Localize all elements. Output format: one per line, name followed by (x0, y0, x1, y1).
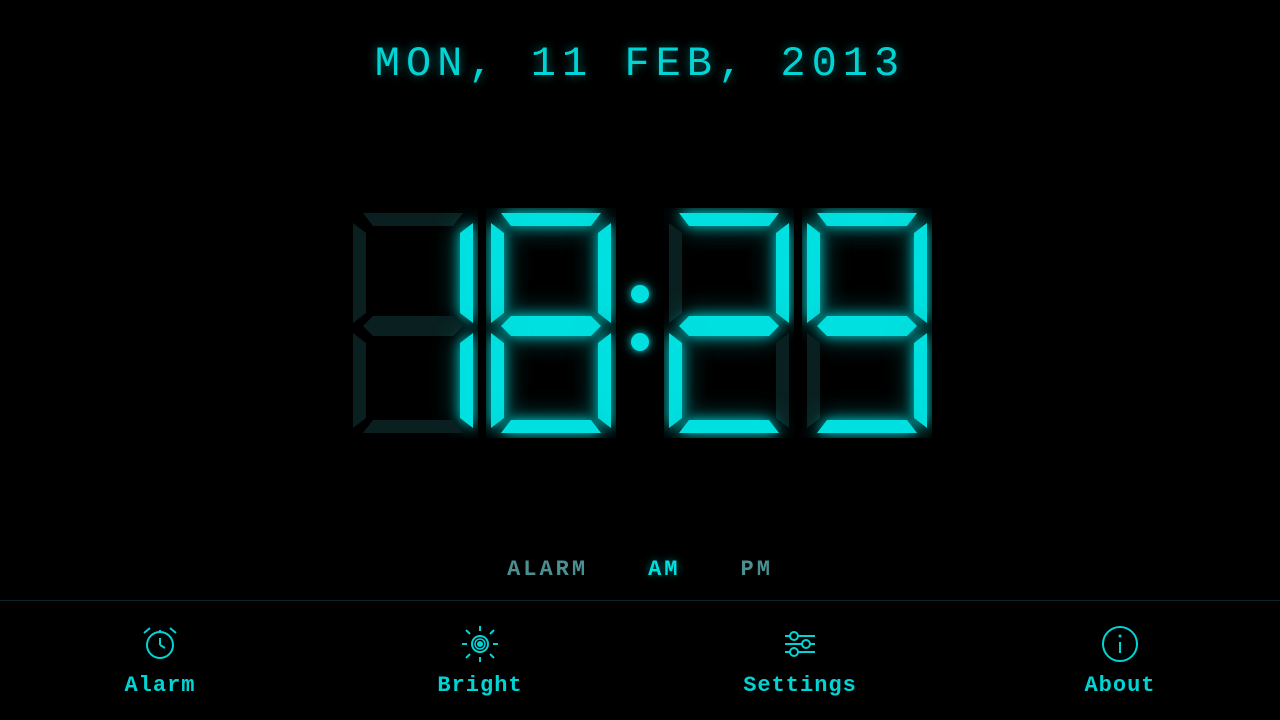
digit-m2 (802, 208, 932, 438)
hours-digits (348, 208, 616, 438)
sun-icon (459, 623, 501, 665)
alarm-clock-icon (139, 623, 181, 665)
nav-bright[interactable]: Bright (320, 601, 640, 720)
about-label: About (1084, 673, 1155, 698)
colon-dot-bottom (631, 333, 649, 351)
bottom-nav: Alarm Bright Settings (0, 600, 1280, 720)
bright-label: Bright (437, 673, 522, 698)
clock-area (0, 88, 1280, 557)
nav-about[interactable]: About (960, 601, 1280, 720)
settings-icon (779, 623, 821, 665)
settings-label: Settings (743, 673, 857, 698)
alarm-label: Alarm (124, 673, 195, 698)
info-icon (1099, 623, 1141, 665)
date-display: MON, 11 FEB, 2013 (375, 40, 905, 88)
digit-h2 (486, 208, 616, 438)
digit-m1 (664, 208, 794, 438)
am-indicator: AM (648, 557, 680, 582)
nav-settings[interactable]: Settings (640, 601, 960, 720)
alarm-status: ALARM (507, 557, 588, 582)
colon-separator (631, 285, 649, 361)
pm-indicator: PM (741, 557, 773, 582)
minutes-digits (664, 208, 932, 438)
digit-h1 (348, 208, 478, 438)
nav-alarm[interactable]: Alarm (0, 601, 320, 720)
status-row: ALARM AM PM (507, 557, 773, 582)
colon-dot-top (631, 285, 649, 303)
clock-digits (348, 208, 932, 438)
